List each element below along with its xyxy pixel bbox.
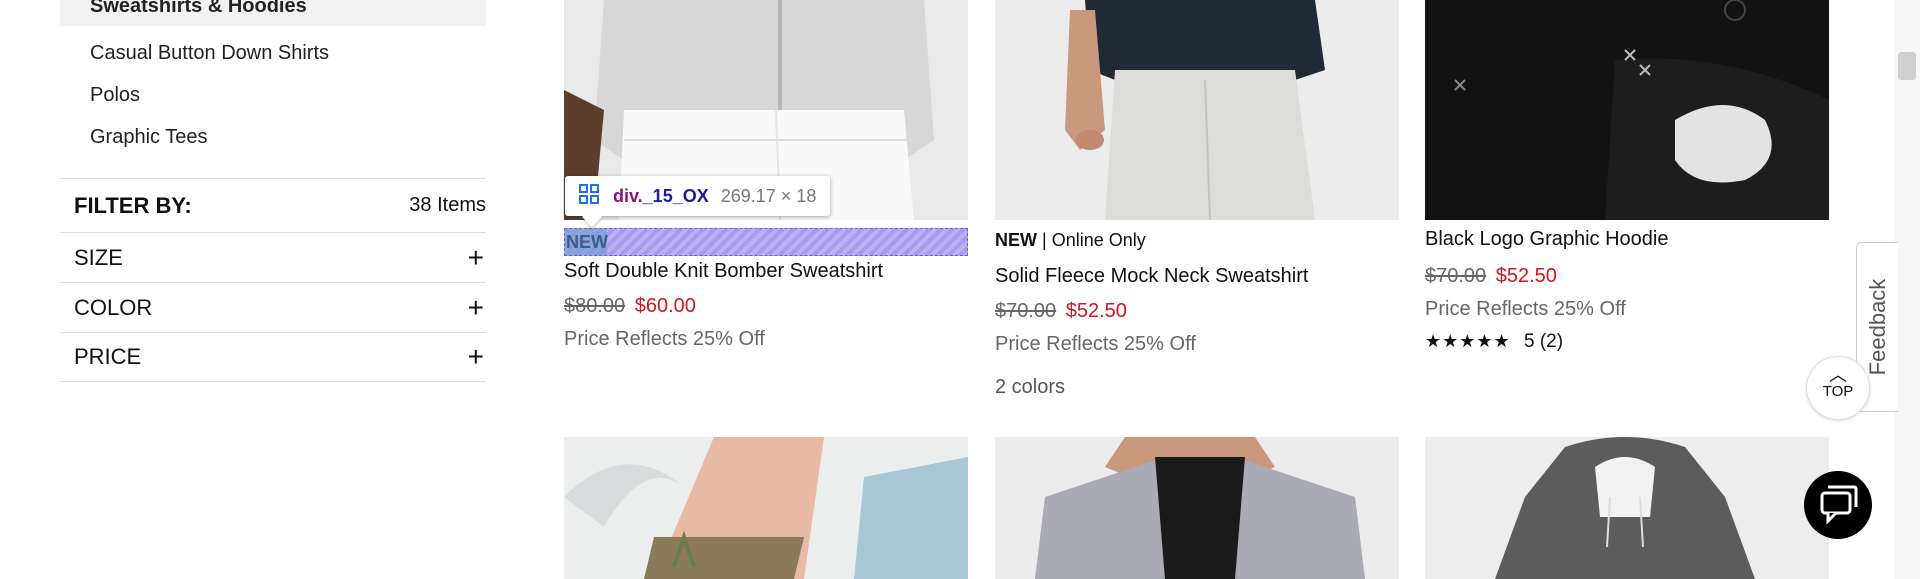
- product-info: Black Logo Graphic Hoodie $70.00 $52.50 …: [1425, 228, 1829, 353]
- online-only-badge: Online Only: [1051, 230, 1146, 250]
- product-image[interactable]: [995, 0, 1399, 220]
- category-sweatshirts-hoodies[interactable]: Sweatshirts & Hoodies: [60, 0, 486, 26]
- product-name[interactable]: Solid Fleece Mock Neck Sweatshirt: [995, 265, 1399, 288]
- product-image[interactable]: [1425, 0, 1829, 220]
- element-highlight-overlay: NEW: [564, 228, 968, 256]
- highlighted-new-badge: NEW: [565, 229, 608, 255]
- sidebar: Sweatshirts & Hoodies Casual Button Down…: [60, 0, 486, 382]
- chat-button[interactable]: [1804, 471, 1872, 539]
- price-row: $70.00 $52.50: [995, 300, 1399, 323]
- product-card[interactable]: [995, 437, 1399, 579]
- plus-icon[interactable]: +: [468, 242, 486, 274]
- product-card[interactable]: [564, 437, 968, 579]
- back-to-top-button[interactable]: ︿ TOP: [1806, 356, 1870, 420]
- scrollbar-thumb[interactable]: [1898, 52, 1916, 80]
- star-rating-icon: ★★★★★: [1425, 331, 1511, 351]
- devtools-class: _15_OX: [642, 185, 709, 206]
- product-name[interactable]: Black Logo Graphic Hoodie: [1425, 228, 1829, 251]
- badge-line: NEW | Online Only: [995, 230, 1399, 251]
- sale-price: $60.00: [634, 295, 696, 317]
- item-count: 38 Items: [409, 194, 486, 216]
- devtools-tag: div.: [613, 185, 643, 206]
- new-badge: NEW: [995, 230, 1037, 250]
- plus-icon[interactable]: +: [468, 292, 486, 324]
- category-polos[interactable]: Polos: [60, 74, 486, 116]
- grid-icon: [579, 183, 599, 209]
- rating[interactable]: ★★★★★ 5 (2): [1425, 331, 1829, 353]
- filter-header: FILTER BY: 38 Items: [60, 178, 486, 232]
- sale-price: $52.50: [1495, 265, 1557, 287]
- rating-value: 5: [1523, 331, 1535, 352]
- facet-price[interactable]: PRICE +: [60, 332, 486, 382]
- badge-separator: |: [1042, 230, 1047, 250]
- original-price: $70.00: [1425, 265, 1487, 287]
- original-price: $70.00: [995, 300, 1057, 322]
- facet-label: SIZE: [74, 244, 123, 270]
- facet-label: COLOR: [74, 294, 153, 320]
- price-row: $80.00 $60.00: [564, 295, 968, 318]
- plus-icon[interactable]: +: [468, 341, 486, 373]
- filter-title: FILTER BY:: [74, 192, 192, 218]
- sale-price: $52.50: [1065, 300, 1127, 322]
- product-image[interactable]: [1425, 437, 1829, 579]
- product-image[interactable]: [564, 437, 968, 579]
- original-price: $80.00: [564, 295, 626, 317]
- product-name[interactable]: Soft Double Knit Bomber Sweatshirt: [564, 260, 968, 283]
- product-info: NEW | Online Only Solid Fleece Mock Neck…: [995, 230, 1399, 399]
- chevron-up-icon: ︿: [1829, 365, 1847, 385]
- chat-icon: [1820, 485, 1858, 525]
- product-image[interactable]: [995, 437, 1399, 579]
- price-note: Price Reflects 25% Off: [1425, 298, 1626, 320]
- category-casual-button-down-shirts[interactable]: Casual Button Down Shirts: [60, 32, 486, 74]
- facet-label: PRICE: [74, 344, 142, 369]
- review-count: (2): [1539, 331, 1564, 352]
- price-row: $70.00 $52.50: [1425, 265, 1829, 288]
- facet-color[interactable]: COLOR +: [60, 282, 486, 332]
- color-count[interactable]: 2 colors: [995, 376, 1399, 399]
- category-graphic-tees[interactable]: Graphic Tees: [60, 116, 486, 158]
- price-note: Price Reflects 25% Off: [995, 333, 1196, 355]
- price-note: Price Reflects 25% Off: [564, 328, 765, 350]
- devtools-dimensions: 269.17 × 18: [720, 185, 817, 206]
- top-label: TOP: [1822, 383, 1854, 400]
- feedback-label: Feedback: [1864, 278, 1890, 376]
- devtools-tooltip: div. _15_OX 269.17 × 18: [565, 176, 831, 216]
- product-card[interactable]: [1425, 437, 1829, 579]
- facet-size[interactable]: SIZE +: [60, 232, 486, 282]
